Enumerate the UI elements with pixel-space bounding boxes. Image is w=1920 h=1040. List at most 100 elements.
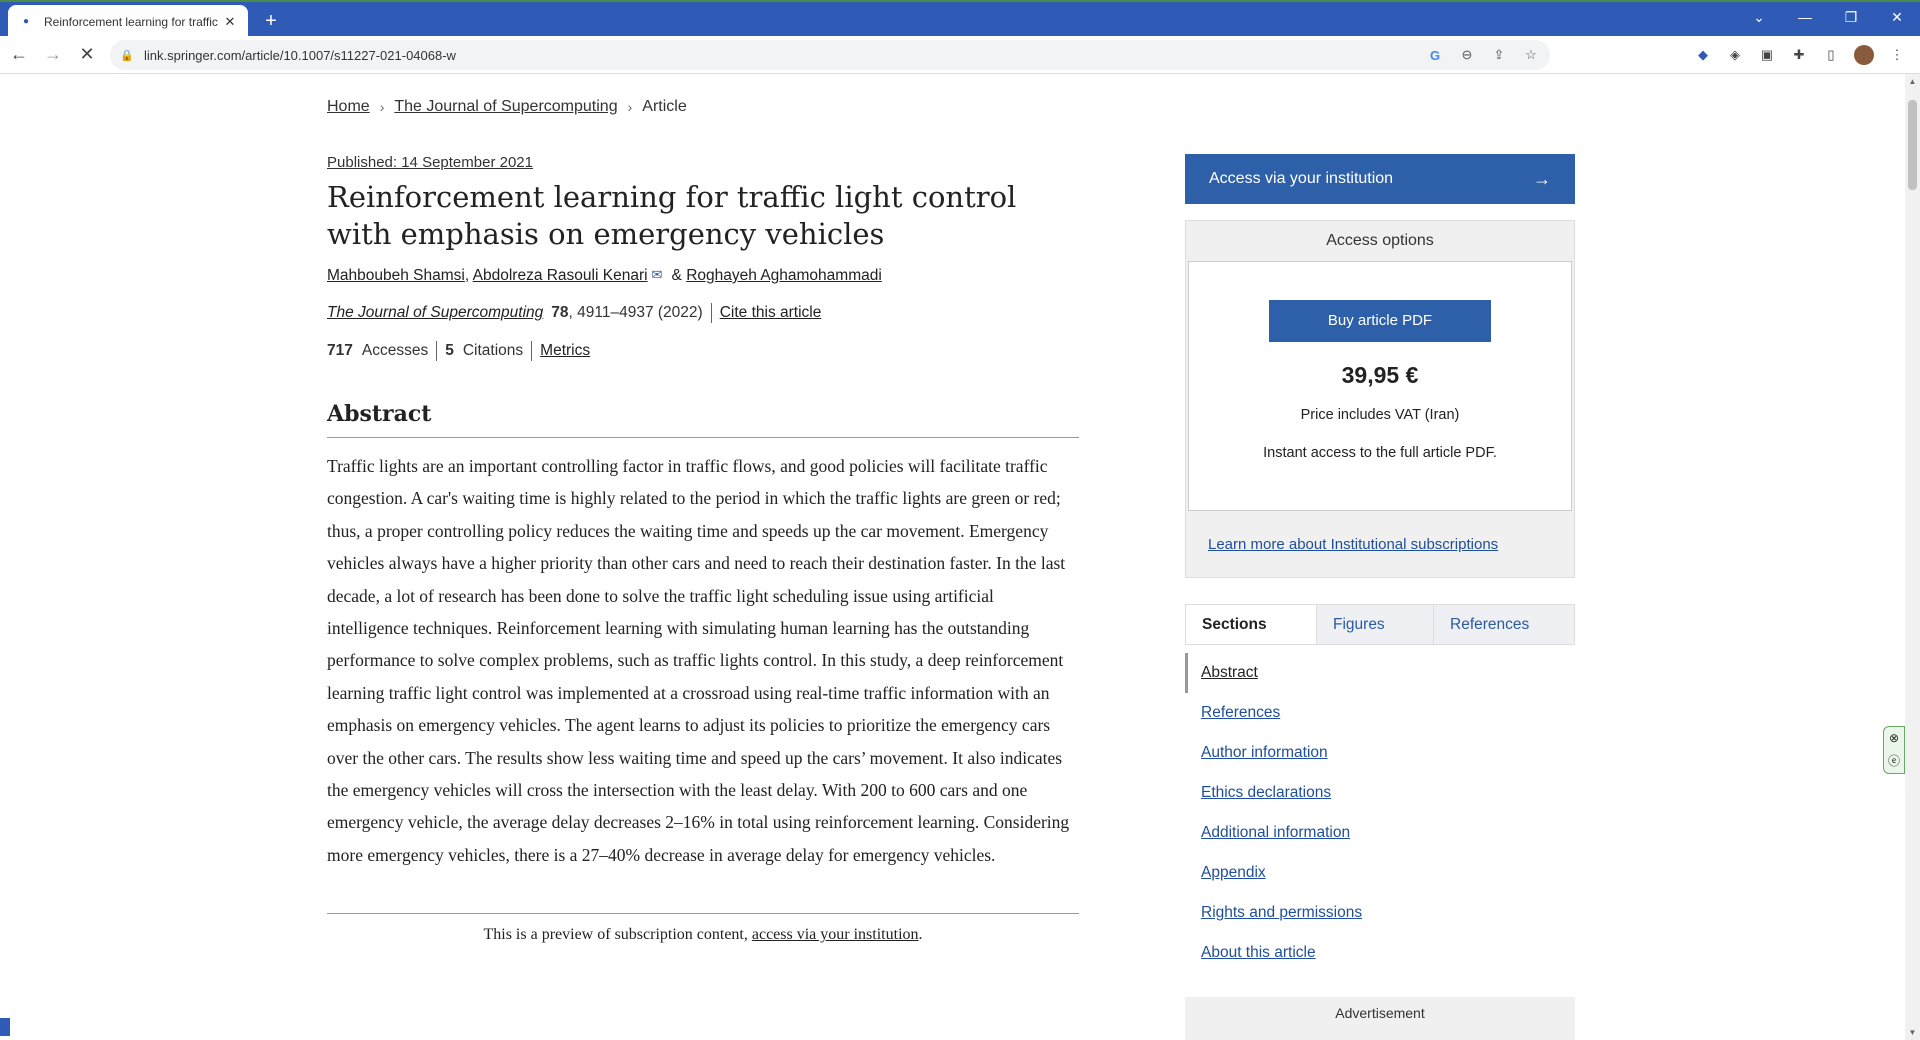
section-item-author-information[interactable]: Author information: [1185, 733, 1575, 773]
citations-count: 5: [445, 342, 454, 359]
google-icon[interactable]: G: [1426, 46, 1444, 64]
accesses-label: Accesses: [361, 342, 429, 359]
divider: [531, 341, 533, 361]
mail-icon[interactable]: ✉: [652, 267, 668, 282]
section-link[interactable]: Ethics declarations: [1201, 784, 1331, 802]
extensions-puzzle-icon[interactable]: ✚: [1790, 46, 1808, 64]
scroll-up-icon[interactable]: ▲: [1907, 76, 1918, 87]
section-link[interactable]: References: [1201, 704, 1280, 722]
floating-widget: ⊗ ⓔ: [1883, 726, 1905, 774]
back-icon[interactable]: ←: [4, 40, 34, 70]
scroll-thumb[interactable]: [1908, 100, 1917, 190]
page-scrollbar[interactable]: ▲ ▼: [1905, 74, 1920, 1040]
stop-loading-icon[interactable]: ✕: [72, 40, 102, 70]
close-icon[interactable]: ✕: [222, 14, 238, 30]
buy-article-pdf-button[interactable]: Buy article PDF: [1269, 300, 1491, 342]
abstract-heading: Abstract: [327, 401, 1079, 438]
section-item-ethics-declarations[interactable]: Ethics declarations: [1185, 773, 1575, 813]
section-link[interactable]: Additional information: [1201, 824, 1350, 842]
tab-title: Reinforcement learning for traffic: [44, 14, 218, 29]
author-link[interactable]: Abdolreza Rasouli Kenari: [473, 267, 648, 284]
zoom-icon[interactable]: ⊖: [1458, 46, 1476, 64]
access-institution-link[interactable]: access via your institution: [752, 926, 919, 943]
address-bar[interactable]: 🔒 link.springer.com/article/10.1007/s112…: [110, 40, 1550, 70]
author-link[interactable]: Roghayeh Aghamohammadi: [686, 267, 882, 284]
author-list: Mahboubeh Shamsi, Abdolreza Rasouli Kena…: [327, 267, 1079, 285]
new-tab-button[interactable]: +: [258, 8, 284, 34]
learn-more-row: Learn more about Institutional subscript…: [1186, 511, 1574, 577]
loading-indicator: [0, 1018, 10, 1036]
tab-references[interactable]: References: [1433, 605, 1574, 644]
published-date-link[interactable]: Published: 14 September 2021: [327, 154, 1079, 171]
browser-tab[interactable]: ● Reinforcement learning for traffic ✕: [8, 5, 248, 38]
window-close-icon[interactable]: ✕: [1874, 2, 1920, 32]
extensions-area: ◆ ◈ ▣ ✚ ▯ ⋮: [1694, 40, 1906, 70]
omnibox-actions: G ⊖ ⇪ ☆: [1426, 40, 1540, 70]
page-range: , 4911–4937 (2022): [568, 304, 703, 321]
restore-icon[interactable]: ❐: [1828, 2, 1874, 32]
section-item-additional-information[interactable]: Additional information: [1185, 813, 1575, 853]
breadcrumb-journal-link[interactable]: The Journal of Supercomputing: [394, 98, 617, 116]
access-via-institution-button[interactable]: Access via your institution →: [1185, 154, 1575, 204]
section-link[interactable]: Author information: [1201, 744, 1328, 762]
section-item-about-article[interactable]: About this article: [1185, 933, 1575, 973]
forward-icon[interactable]: →: [38, 40, 68, 70]
scroll-down-icon[interactable]: ▼: [1907, 1027, 1918, 1038]
divider: [436, 341, 438, 361]
sidebar-tabs: Sections Figures References: [1185, 604, 1575, 645]
sections-nav: Abstract References Author information E…: [1185, 653, 1575, 973]
buy-article-panel: Buy article PDF 39,95 € Price includes V…: [1188, 261, 1572, 511]
page-title: Reinforcement learning for traffic light…: [327, 180, 1017, 251]
preview-end: .: [918, 926, 923, 944]
extension-shield-icon[interactable]: ◈: [1726, 46, 1744, 64]
metrics-link[interactable]: Metrics: [540, 342, 590, 360]
section-link[interactable]: Rights and permissions: [1201, 904, 1362, 922]
article-sidebar: Access via your institution → Access opt…: [1185, 154, 1575, 1040]
section-item-abstract[interactable]: Abstract: [1185, 653, 1575, 693]
preview-text: This is a preview of subscription conten…: [483, 926, 752, 944]
section-item-appendix[interactable]: Appendix: [1185, 853, 1575, 893]
author-separator: &: [671, 267, 682, 284]
avatar[interactable]: [1854, 45, 1874, 65]
web-page: Home › The Journal of Supercomputing › A…: [0, 74, 1905, 1040]
tab-search-icon[interactable]: ⌄: [1736, 2, 1782, 32]
url-text[interactable]: link.springer.com/article/10.1007/s11227…: [144, 48, 456, 63]
advertisement-label: Advertisement: [1335, 1005, 1425, 1021]
menu-kebab-icon[interactable]: ⋮: [1888, 46, 1906, 64]
extension-image-icon[interactable]: ▣: [1758, 46, 1776, 64]
author-separator: ,: [464, 267, 470, 284]
lock-icon[interactable]: 🔒: [120, 48, 134, 62]
extension-graduation-cap-icon[interactable]: ◆: [1694, 46, 1712, 64]
section-link[interactable]: Appendix: [1201, 864, 1266, 882]
access-button-label: Access via your institution: [1209, 170, 1394, 187]
section-link[interactable]: Abstract: [1201, 664, 1258, 682]
section-item-rights-permissions[interactable]: Rights and permissions: [1185, 893, 1575, 933]
breadcrumb-home-link[interactable]: Home: [327, 98, 370, 116]
abstract-text: Traffic lights are an important controll…: [327, 456, 1070, 865]
minimize-icon[interactable]: —: [1782, 2, 1828, 32]
section-link[interactable]: About this article: [1201, 944, 1316, 962]
arrow-right-icon: →: [1533, 168, 1551, 189]
instant-access-note: Instant access to the full article PDF.: [1263, 445, 1497, 461]
tab-sections[interactable]: Sections: [1186, 605, 1316, 644]
widget-close-icon[interactable]: ⊗: [1889, 731, 1899, 745]
cite-article-link[interactable]: Cite this article: [720, 304, 822, 322]
springer-favicon-icon: ●: [22, 16, 30, 27]
learn-more-link[interactable]: Learn more about Institutional subscript…: [1208, 536, 1498, 553]
tab-figures[interactable]: Figures: [1316, 605, 1433, 644]
author-link[interactable]: Mahboubeh Shamsi: [327, 267, 465, 284]
chevron-right-icon: ›: [627, 99, 633, 115]
article-metrics: 717 Accesses 5 Citations Metrics: [327, 341, 1079, 361]
access-options-heading: Access options: [1326, 232, 1434, 249]
widget-info-icon[interactable]: ⓔ: [1888, 752, 1900, 769]
section-item-references[interactable]: References: [1185, 693, 1575, 733]
share-icon[interactable]: ⇪: [1490, 46, 1508, 64]
citation-line: The Journal of Supercomputing 78 , 4911–…: [327, 303, 1079, 323]
accesses-count: 717: [327, 342, 353, 359]
bookmark-star-icon[interactable]: ☆: [1522, 46, 1540, 64]
price: 39,95 €: [1341, 362, 1419, 388]
breadcrumb-current: Article: [642, 98, 687, 115]
browser-toolbar: ← → ✕ 🔒 link.springer.com/article/10.100…: [0, 36, 1920, 74]
journal-link[interactable]: The Journal of Supercomputing: [327, 304, 543, 322]
side-panel-icon[interactable]: ▯: [1822, 46, 1840, 64]
